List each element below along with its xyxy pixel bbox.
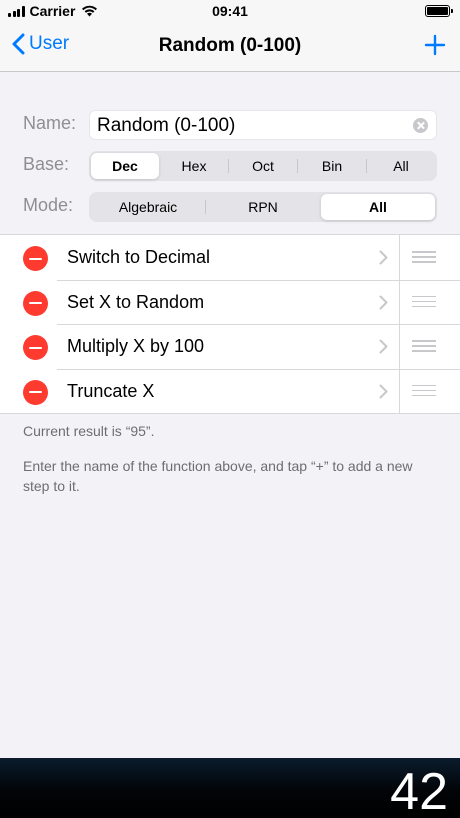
navigation-bar: User Random (0-100) bbox=[0, 22, 460, 72]
delete-icon[interactable] bbox=[23, 290, 48, 316]
base-row: Base: Dec Hex Oct Bin All bbox=[0, 149, 460, 181]
reorder-area bbox=[399, 368, 460, 413]
reorder-handle-icon[interactable] bbox=[412, 251, 436, 263]
mode-option-rpn[interactable]: RPN bbox=[206, 194, 320, 220]
base-option-hex[interactable]: Hex bbox=[160, 153, 228, 179]
name-row: Name: Random (0-100) bbox=[0, 108, 460, 140]
reorder-handle-icon[interactable] bbox=[412, 384, 436, 397]
current-result-note: Current result is “95”. bbox=[23, 423, 155, 439]
reorder-area bbox=[399, 324, 460, 369]
base-label: Base: bbox=[23, 154, 70, 174]
base-segmented-control: Dec Hex Oct Bin All bbox=[89, 151, 437, 181]
mode-row: Mode: Algebraic RPN All bbox=[0, 190, 460, 222]
clear-icon[interactable] bbox=[413, 118, 428, 133]
step-label: Set X to Random bbox=[67, 291, 205, 312]
list-item[interactable]: Multiply X by 100 bbox=[0, 324, 460, 369]
step-label: Switch to Decimal bbox=[67, 247, 211, 267]
hint-note: Enter the name of the function above, an… bbox=[23, 458, 413, 494]
mode-option-all[interactable]: All bbox=[321, 194, 435, 220]
step-label: Multiply X by 100 bbox=[67, 336, 205, 356]
add-step-button[interactable] bbox=[424, 34, 446, 61]
reorder-area bbox=[399, 279, 460, 324]
base-option-dec[interactable]: Dec bbox=[91, 153, 159, 179]
list-item[interactable]: Set X to Random bbox=[0, 279, 460, 324]
step-label: Truncate X bbox=[67, 380, 155, 401]
base-option-oct[interactable]: Oct bbox=[229, 153, 297, 179]
list-item[interactable]: Switch to Decimal bbox=[0, 235, 460, 280]
base-option-bin[interactable]: Bin bbox=[298, 153, 366, 179]
result-display: 42 bbox=[0, 758, 460, 818]
battery-icon bbox=[425, 5, 453, 17]
chevron-right-icon bbox=[379, 250, 388, 265]
base-option-all[interactable]: All bbox=[367, 153, 435, 179]
mode-label: Mode: bbox=[23, 195, 74, 215]
steps-list: Switch to Decimal Set X to Random Multip… bbox=[0, 234, 460, 414]
plus-icon bbox=[424, 34, 446, 56]
page-title: Random (0-100) bbox=[158, 35, 302, 56]
reorder-area bbox=[399, 235, 460, 280]
reorder-handle-icon[interactable] bbox=[412, 295, 436, 308]
status-time: 09:41 bbox=[212, 3, 248, 19]
delete-icon[interactable] bbox=[23, 335, 48, 360]
chevron-right-icon bbox=[379, 295, 388, 309]
delete-icon[interactable] bbox=[23, 246, 48, 271]
chevron-right-icon bbox=[379, 339, 388, 354]
chevron-right-icon bbox=[379, 384, 388, 398]
mode-segmented-control: Algebraic RPN All bbox=[89, 192, 437, 222]
delete-icon[interactable] bbox=[23, 379, 48, 405]
status-bar: Carrier 09:41 bbox=[0, 0, 460, 22]
reorder-handle-icon[interactable] bbox=[412, 340, 436, 352]
mode-option-algebraic[interactable]: Algebraic bbox=[91, 194, 205, 220]
name-field[interactable]: Random (0-100) bbox=[89, 110, 437, 140]
name-field-value: Random (0-100) bbox=[97, 115, 236, 136]
name-label: Name: bbox=[23, 113, 77, 133]
list-item[interactable]: Truncate X bbox=[0, 368, 460, 413]
display-value: 42 bbox=[390, 763, 448, 818]
